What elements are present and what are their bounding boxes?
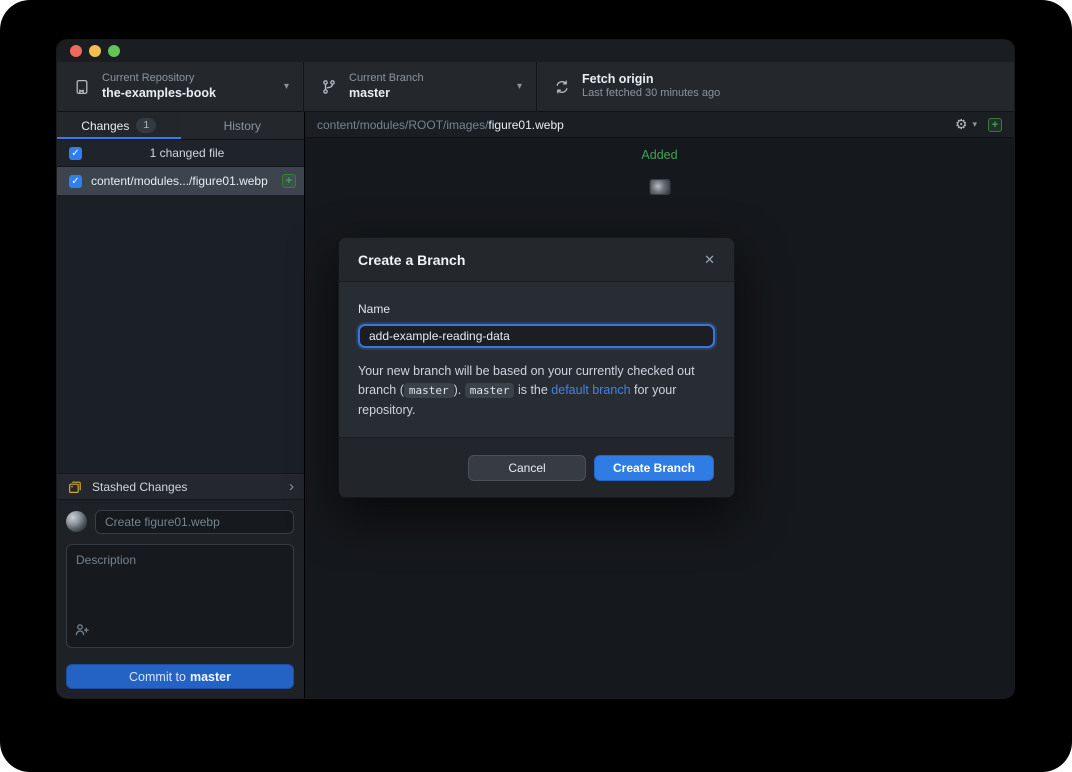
sidebar: Changes 1 History ✓ 1 changed file ✓ con… — [57, 112, 304, 698]
changes-count-badge: 1 — [136, 118, 156, 134]
dialog-text-2: ). — [454, 383, 465, 397]
diff-header: content/modules/ROOT/images/figure01.web… — [305, 112, 1014, 138]
chevron-right-icon: › — [289, 479, 294, 494]
fetch-origin-status: Last fetched 30 minutes ago — [582, 87, 720, 101]
commit-button[interactable]: Commit to master — [66, 664, 294, 689]
chevron-down-icon[interactable]: ▾ — [972, 119, 977, 130]
chevron-down-icon: ▾ — [276, 81, 289, 92]
current-repository-value: the-examples-book — [102, 86, 216, 102]
dialog-description: Your new branch will be based on your cu… — [358, 362, 715, 420]
fetch-origin-button[interactable]: Fetch origin Last fetched 30 minutes ago — [537, 62, 1014, 111]
changed-file-name: content/modules.../figure01.webp — [91, 174, 273, 188]
current-repository-button[interactable]: Current Repository the-examples-book ▾ — [57, 62, 304, 111]
current-branch-label: Current Branch — [349, 72, 424, 86]
gear-icon[interactable]: ⚙ — [955, 118, 968, 132]
tab-history[interactable]: History — [181, 112, 305, 139]
stashed-changes-label: Stashed Changes — [92, 480, 280, 494]
current-repository-label: Current Repository — [102, 72, 216, 86]
close-icon[interactable]: ✕ — [704, 252, 715, 268]
commit-summary-input[interactable] — [95, 510, 294, 534]
current-branch-value: master — [349, 86, 424, 102]
close-window-button[interactable] — [70, 45, 82, 57]
chevron-down-icon: ▾ — [509, 81, 522, 92]
minimize-window-button[interactable] — [89, 45, 101, 57]
diff-added-icon: + — [988, 118, 1002, 132]
select-all-checkbox[interactable]: ✓ — [69, 147, 82, 160]
changed-files-summary: 1 changed file — [82, 146, 292, 160]
branch-name-label: Name — [358, 302, 715, 316]
dialog-title: Create a Branch — [358, 252, 465, 268]
changed-file-row[interactable]: ✓ content/modules.../figure01.webp + — [57, 167, 304, 195]
default-branch-link[interactable]: default branch — [551, 383, 630, 397]
toolbar: Current Repository the-examples-book ▾ C… — [57, 62, 1014, 112]
branch-code-pill: master — [404, 383, 454, 398]
avatar — [66, 511, 87, 532]
commit-button-prefix: Commit to — [129, 670, 186, 684]
tab-changes[interactable]: Changes 1 — [57, 112, 181, 139]
file-added-icon: + — [282, 174, 296, 188]
diff-status-label: Added — [305, 148, 1014, 162]
dialog-header: Create a Branch ✕ — [339, 238, 734, 282]
stash-icon — [67, 479, 83, 495]
repo-icon — [74, 79, 90, 95]
stashed-changes-row[interactable]: Stashed Changes › — [57, 473, 304, 500]
app-window: Current Repository the-examples-book ▾ C… — [57, 40, 1014, 698]
fetch-origin-label: Fetch origin — [582, 72, 720, 88]
current-branch-button[interactable]: Current Branch master ▾ — [304, 62, 537, 111]
git-branch-icon — [321, 79, 337, 95]
commit-form: Commit to master — [57, 500, 304, 698]
create-branch-button[interactable]: Create Branch — [594, 455, 714, 481]
changed-files-summary-row: ✓ 1 changed file — [57, 140, 304, 167]
create-branch-dialog: Create a Branch ✕ Name Your new branch w… — [338, 237, 735, 498]
add-coauthor-icon[interactable] — [74, 622, 90, 638]
cancel-button[interactable]: Cancel — [468, 455, 586, 481]
commit-description-input[interactable] — [66, 544, 294, 648]
window-titlebar — [57, 40, 1014, 62]
sync-icon — [554, 79, 570, 95]
branch-name-input[interactable] — [358, 324, 715, 348]
file-checkbox[interactable]: ✓ — [69, 175, 82, 188]
dialog-body: Name Your new branch will be based on yo… — [339, 282, 734, 439]
changes-history-tabs: Changes 1 History — [57, 112, 304, 140]
commit-button-branch: master — [190, 670, 231, 684]
screen-background: Current Repository the-examples-book ▾ C… — [0, 0, 1072, 772]
zoom-window-button[interactable] — [108, 45, 120, 57]
dialog-text-3: is the — [514, 383, 551, 397]
dialog-footer: Cancel Create Branch — [339, 437, 734, 497]
tab-changes-label: Changes — [81, 119, 129, 133]
file-path-name: figure01.webp — [488, 118, 563, 132]
file-path-dirs: content/modules/ROOT/images/ — [317, 118, 488, 132]
image-preview-thumbnail — [650, 180, 669, 194]
tab-history-label: History — [224, 119, 261, 133]
branch-code-pill: master — [465, 383, 515, 398]
